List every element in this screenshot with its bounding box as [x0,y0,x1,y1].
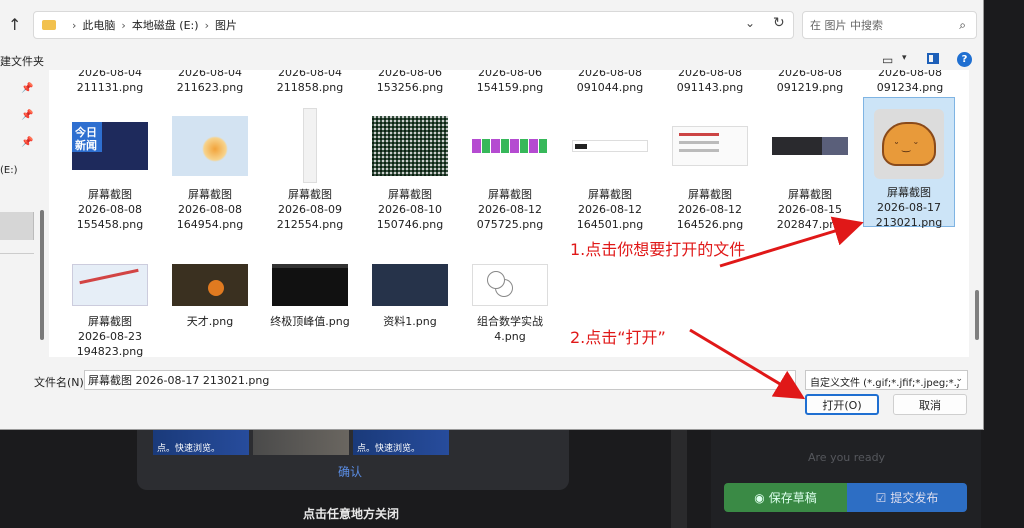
strip-caption: 点。快速浏览。 [153,427,249,455]
annotation-step1: 1.点击你想要打开的文件 [570,240,746,259]
breadcrumb-item[interactable]: 图片 [215,17,237,33]
chevron-down-icon[interactable]: ▾ [902,53,907,63]
help-icon[interactable]: ? [957,52,972,67]
thumbnail [372,260,448,310]
chevron-down-icon: ⌄ [955,374,963,384]
ready-text: Are you ready [808,451,886,464]
preview-pane-icon[interactable] [927,53,939,64]
strip-caption: 点。快速浏览。 [353,427,449,455]
list-item[interactable]: 屏幕截图 2026-08-12 164501.png [569,108,651,232]
confirm-button[interactable]: 确认 [338,463,362,480]
list-item[interactable]: 2026-08-08 091234.png [869,70,951,95]
new-folder-button[interactable]: 建文件夹 [0,53,44,69]
refresh-icon[interactable]: ↻ [773,15,785,31]
background-image-strip: 点。快速浏览。 点。快速浏览。 [153,427,449,455]
list-item-selected[interactable]: 屏幕截图2026-08-17213021.png [863,97,955,229]
file-open-dialog: ↑ › 此电脑 › 本地磁盘 (E:) › 图片 ⌄ ↻ 在 图片 中搜索 ⌕ … [0,0,984,430]
list-item[interactable]: 2026-08-04 211131.png [69,70,151,95]
thumbnail [572,108,648,183]
pin-icon: 📌 [21,110,34,121]
list-item[interactable]: 终极顶峰值.png [269,260,351,329]
thumbnail [72,260,148,310]
submit-label: 提交发布 [890,491,939,505]
thumbnail [272,108,348,183]
chevron-down-icon[interactable]: ⌄ [745,16,755,30]
list-item[interactable]: 天才.png [169,260,251,329]
save-draft-button[interactable]: ◉ 保存草稿 [724,483,847,512]
thumbnail [472,260,548,310]
thumbnail [672,108,748,183]
submit-button[interactable]: ☑ 提交发布 [847,483,967,512]
filetype-value: 自定义文件 (*.gif;*.jfif;*.jpeg;*.j [810,378,960,389]
list-item[interactable]: 组合数学实战 4.png [469,260,551,344]
pin-icon: 📌 [21,137,34,148]
thumb-news-text: 今日 新闻 [75,125,97,152]
list-item[interactable]: 屏幕截图 2026-08-08 164954.png [169,108,251,232]
thumbnail [172,108,248,183]
list-item[interactable]: 屏幕截图 2026-08-09 212554.png [269,108,351,232]
pin-icon: 📌 [21,83,34,94]
filetype-select[interactable]: 自定义文件 (*.gif;*.jfif;*.jpeg;*.j ⌄ [805,370,968,390]
background-divider [671,430,687,528]
list-item[interactable]: 屏幕截图 2026-08-15 202847.png [769,108,851,232]
list-item[interactable]: 屏幕截图 2026-08-10 150746.png [369,108,451,232]
list-item[interactable]: 2026-08-06 153256.png [369,70,451,95]
filename-field[interactable] [84,370,796,390]
thumbnail [372,108,448,183]
thumbnail: 今日 新闻 [72,108,148,183]
search-input[interactable]: 在 图片 中搜索 ⌕ [802,11,977,39]
list-item[interactable]: 屏幕截图 2026-08-23 194823.png [69,260,151,357]
file-list-scrollbar[interactable] [975,90,979,360]
breadcrumb-item[interactable]: 此电脑 [82,17,115,33]
open-button[interactable]: 打开(O) [805,394,879,415]
save-draft-label: 保存草稿 [768,491,817,505]
list-item[interactable]: 2026-08-04 211858.png [269,70,351,95]
chevron-down-icon[interactable]: ⌄ [782,373,790,384]
thumbnail [172,260,248,310]
annotation-step2: 2.点击“打开” [570,328,666,347]
breadcrumb-item[interactable]: 本地磁盘 (E:) [132,17,199,33]
list-item[interactable]: 今日 新闻 屏幕截图 2026-08-08 155458.png [69,108,151,232]
strip-caption [253,427,349,455]
chevron-right-icon[interactable]: › [205,19,209,32]
search-icon[interactable]: ⌕ [959,18,966,33]
nav-item-drive[interactable]: (E:) [0,165,18,176]
list-item[interactable]: 2026-08-08 091219.png [769,70,851,95]
circle-icon: ◉ [754,490,765,505]
file-list: 2026-08-04 211131.png 2026-08-04 211623.pn… [49,70,969,357]
list-item[interactable]: 资料1.png [369,260,451,329]
list-item[interactable]: 2026-08-08 091143.png [669,70,751,95]
list-item[interactable]: 屏幕截图 2026-08-12 075725.png [469,108,551,232]
navigation-pane: 📌 📌 📌 (E:) [0,70,40,358]
background-right-panel [711,430,981,528]
close-hint[interactable]: 点击任意地方关闭 [303,505,399,522]
nav-item-selected[interactable] [0,212,34,240]
thumbnail [772,108,848,183]
thumbnail [871,106,947,181]
chevron-right-icon[interactable]: › [121,19,125,32]
address-bar[interactable]: › 此电脑 › 本地磁盘 (E:) › 图片 ⌄ [33,11,794,39]
thumbnail [472,108,548,183]
cancel-button[interactable]: 取消 [893,394,967,415]
chevron-right-icon[interactable]: › [72,19,76,32]
view-mode-icon[interactable]: ▭ [882,53,893,67]
search-placeholder: 在 图片 中搜索 [810,19,883,32]
list-item[interactable]: 2026-08-04 211623.png [169,70,251,95]
list-item[interactable]: 2026-08-08 091044.png [569,70,651,95]
folder-icon [42,20,56,30]
nav-divider [0,253,34,254]
filename-label: 文件名(N): [34,376,88,389]
thumbnail [272,260,348,310]
list-item[interactable]: 2026-08-06 154159.png [469,70,551,95]
list-item[interactable]: 屏幕截图 2026-08-12 164526.png [669,108,751,232]
up-arrow-icon[interactable]: ↑ [8,15,21,34]
nav-scrollbar[interactable] [40,210,44,340]
checkbox-icon: ☑ [875,490,887,505]
